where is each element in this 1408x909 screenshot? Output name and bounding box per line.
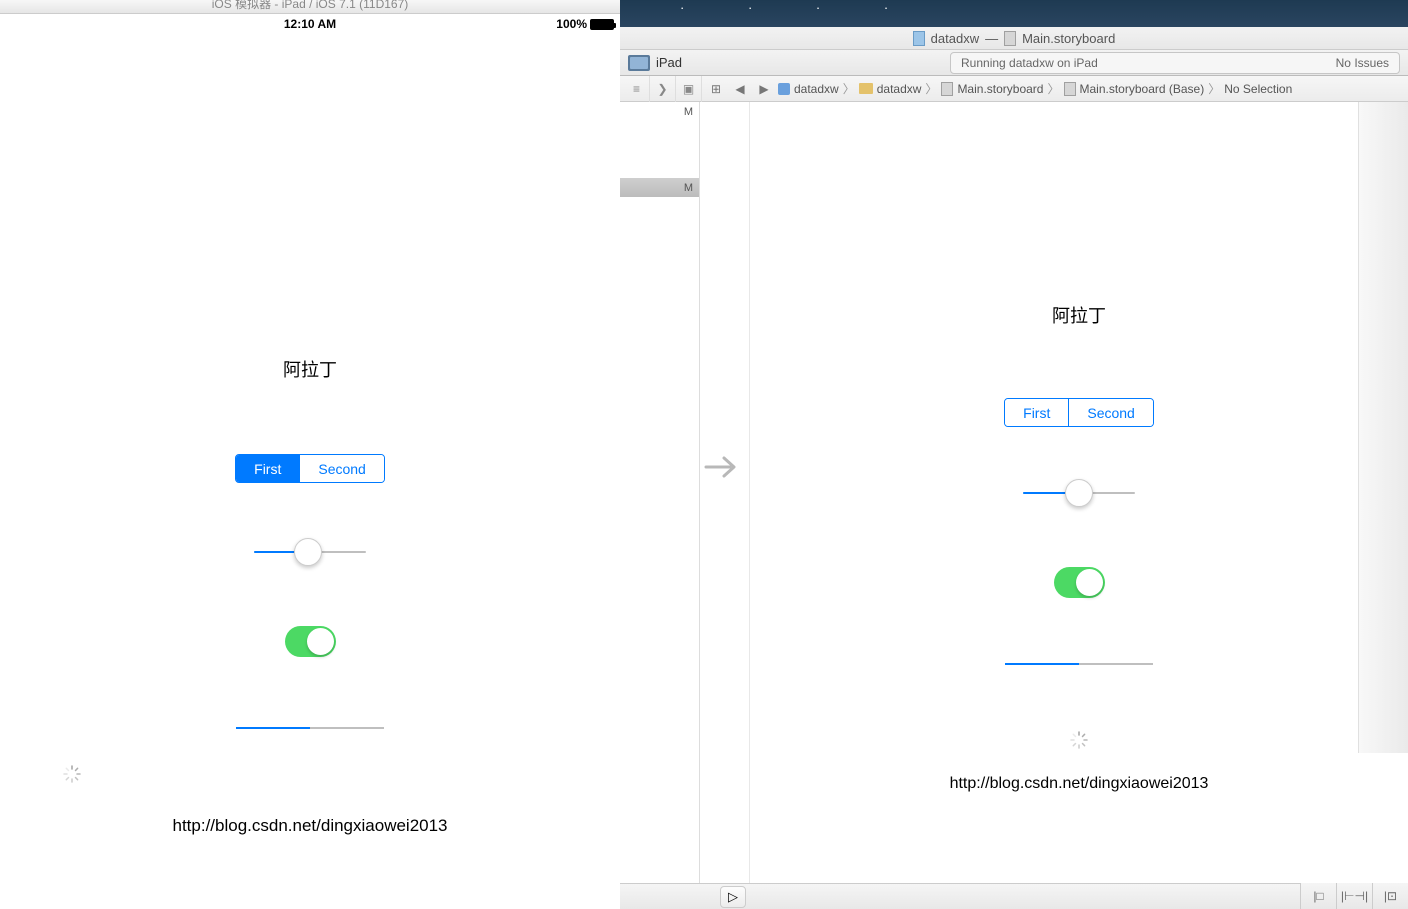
activity-indicator-icon xyxy=(62,764,82,784)
nav-back-icon[interactable]: ◀ xyxy=(730,80,750,98)
status-time: 12:10 AM xyxy=(284,17,336,31)
navigator-row[interactable]: M xyxy=(620,178,699,197)
slider-thumb[interactable] xyxy=(294,538,322,566)
project-mini-icon xyxy=(778,83,790,95)
progress-bar xyxy=(236,727,384,729)
activity-viewer: Running datadxw on iPad No Issues xyxy=(950,52,1400,74)
jump-group-label: datadxw xyxy=(877,82,922,96)
switch-knob xyxy=(307,628,334,655)
navigator-row[interactable] xyxy=(620,216,699,235)
scm-badge: M xyxy=(684,182,693,194)
sb-title-label[interactable]: 阿拉丁 xyxy=(1052,302,1106,328)
sb-slider-thumb[interactable] xyxy=(1065,479,1093,507)
related-items-icon[interactable]: ≡ xyxy=(624,76,650,102)
chevron-icon: 〉 xyxy=(925,80,937,97)
xcode-toolbar: iPad Running datadxw on iPad No Issues xyxy=(620,50,1408,76)
resolve-issues-button[interactable]: |⊡ xyxy=(1372,883,1408,909)
project-navigator[interactable]: M M xyxy=(620,102,700,909)
jump-subfile-label: Main.storyboard (Base) xyxy=(1080,82,1205,96)
project-icon xyxy=(913,31,925,46)
xcode-titlebar: datadxw — Main.storyboard xyxy=(620,27,1408,50)
sb-segment-first[interactable]: First xyxy=(1005,399,1068,426)
navigator-row[interactable] xyxy=(620,159,699,178)
xcode-window: datadxw — Main.storyboard iPad Running d… xyxy=(620,27,1408,909)
ipad-icon xyxy=(628,55,650,71)
chevron-icon: 〉 xyxy=(1047,80,1059,97)
simulator-titlebar: iOS 模拟器 - iPad / iOS 7.1 (11D167) xyxy=(0,0,620,14)
sb-progress-fill xyxy=(1005,663,1079,665)
title-label: 阿拉丁 xyxy=(283,356,337,382)
title-sep: — xyxy=(985,31,998,46)
tag-icon[interactable]: ❯ xyxy=(650,76,676,102)
segment-first[interactable]: First xyxy=(236,455,299,482)
jump-subfile[interactable]: Main.storyboard (Base) xyxy=(1064,82,1205,96)
xcode-editor-body: M M 阿拉丁 First Second xyxy=(620,102,1408,909)
switch-control[interactable] xyxy=(285,626,336,657)
sb-switch-knob xyxy=(1076,569,1103,596)
layout-mode-buttons: |□ |⊢⊣| |⊡ xyxy=(1300,883,1408,909)
ios-simulator-window: iOS 模拟器 - iPad / iOS 7.1 (11D167) 12:10 … xyxy=(0,0,620,909)
title-project: datadxw xyxy=(931,31,979,46)
document-outline-area xyxy=(700,102,750,909)
storyboard-canvas[interactable]: 阿拉丁 First Second xyxy=(750,102,1408,909)
progress-fill xyxy=(236,727,310,729)
pin-button[interactable]: |⊢⊣| xyxy=(1336,883,1372,909)
folder-mini-icon xyxy=(859,83,873,94)
jump-project[interactable]: datadxw xyxy=(778,82,839,96)
scm-badge: M xyxy=(684,106,693,118)
jump-selection[interactable]: No Selection xyxy=(1224,82,1292,96)
chevron-icon: 〉 xyxy=(1208,80,1220,97)
battery-indicator: 100% xyxy=(556,17,614,31)
sb-activity-indicator-icon[interactable] xyxy=(1069,730,1089,750)
scheme-target[interactable]: iPad xyxy=(628,55,682,71)
nav-forward-icon[interactable]: ▶ xyxy=(754,80,774,98)
initial-vc-arrow-icon xyxy=(704,452,744,482)
jump-file[interactable]: Main.storyboard xyxy=(941,82,1043,96)
target-device: iPad xyxy=(656,55,682,70)
chevron-icon: 〉 xyxy=(843,80,855,97)
issues-text: No Issues xyxy=(1336,56,1389,70)
scene-edge-shadow xyxy=(1358,102,1408,753)
sb-blog-url-label[interactable]: http://blog.csdn.net/dingxiaowei2013 xyxy=(950,775,1209,793)
navigator-row[interactable] xyxy=(620,121,699,140)
status-bar: 12:10 AM 100% xyxy=(0,14,620,34)
navigator-row[interactable] xyxy=(620,140,699,159)
sb-progress[interactable] xyxy=(1005,663,1153,665)
desktop-background xyxy=(620,0,1408,27)
align-button[interactable]: |□ xyxy=(1300,883,1336,909)
comment-icon[interactable]: ▣ xyxy=(676,76,702,102)
jump-group[interactable]: datadxw xyxy=(859,82,922,96)
jump-project-label: datadxw xyxy=(794,82,839,96)
sb-slider[interactable] xyxy=(1023,479,1135,507)
simulator-title: iOS 模拟器 - iPad / iOS 7.1 (11D167) xyxy=(212,0,409,11)
canvas-bottom-bar: ▷ xyxy=(620,883,1408,909)
title-file: Main.storyboard xyxy=(1022,31,1115,46)
view-controller-scene[interactable]: 阿拉丁 First Second xyxy=(750,102,1408,793)
segmented-control[interactable]: First Second xyxy=(235,454,385,483)
navigator-row[interactable] xyxy=(620,197,699,216)
activity-text: Running datadxw on iPad xyxy=(961,56,1098,70)
simulator-content: 阿拉丁 First Second xyxy=(0,34,620,909)
toggle-outline-button[interactable]: ▷ xyxy=(720,886,746,908)
sb-segment-second[interactable]: Second xyxy=(1068,399,1152,426)
storyboard-mini-icon xyxy=(941,82,953,96)
storyboard-mini-icon xyxy=(1064,82,1076,96)
slider-control[interactable] xyxy=(254,538,366,566)
jump-file-label: Main.storyboard xyxy=(957,82,1043,96)
segment-second[interactable]: Second xyxy=(299,455,383,482)
storyboard-icon xyxy=(1004,31,1016,46)
jump-selection-label: No Selection xyxy=(1224,82,1292,96)
blog-url-label: http://blog.csdn.net/dingxiaowei2013 xyxy=(172,816,447,836)
navigator-row[interactable]: M xyxy=(620,102,699,121)
grid-view-icon[interactable]: ⊞ xyxy=(706,80,726,98)
battery-icon xyxy=(590,19,614,30)
jump-bar: ≡ ❯ ▣ ⊞ ◀ ▶ datadxw 〉 datadxw 〉 Main.sto… xyxy=(620,76,1408,102)
sb-switch[interactable] xyxy=(1054,567,1105,598)
sb-segmented-control[interactable]: First Second xyxy=(1004,398,1154,427)
battery-percent: 100% xyxy=(556,17,587,31)
